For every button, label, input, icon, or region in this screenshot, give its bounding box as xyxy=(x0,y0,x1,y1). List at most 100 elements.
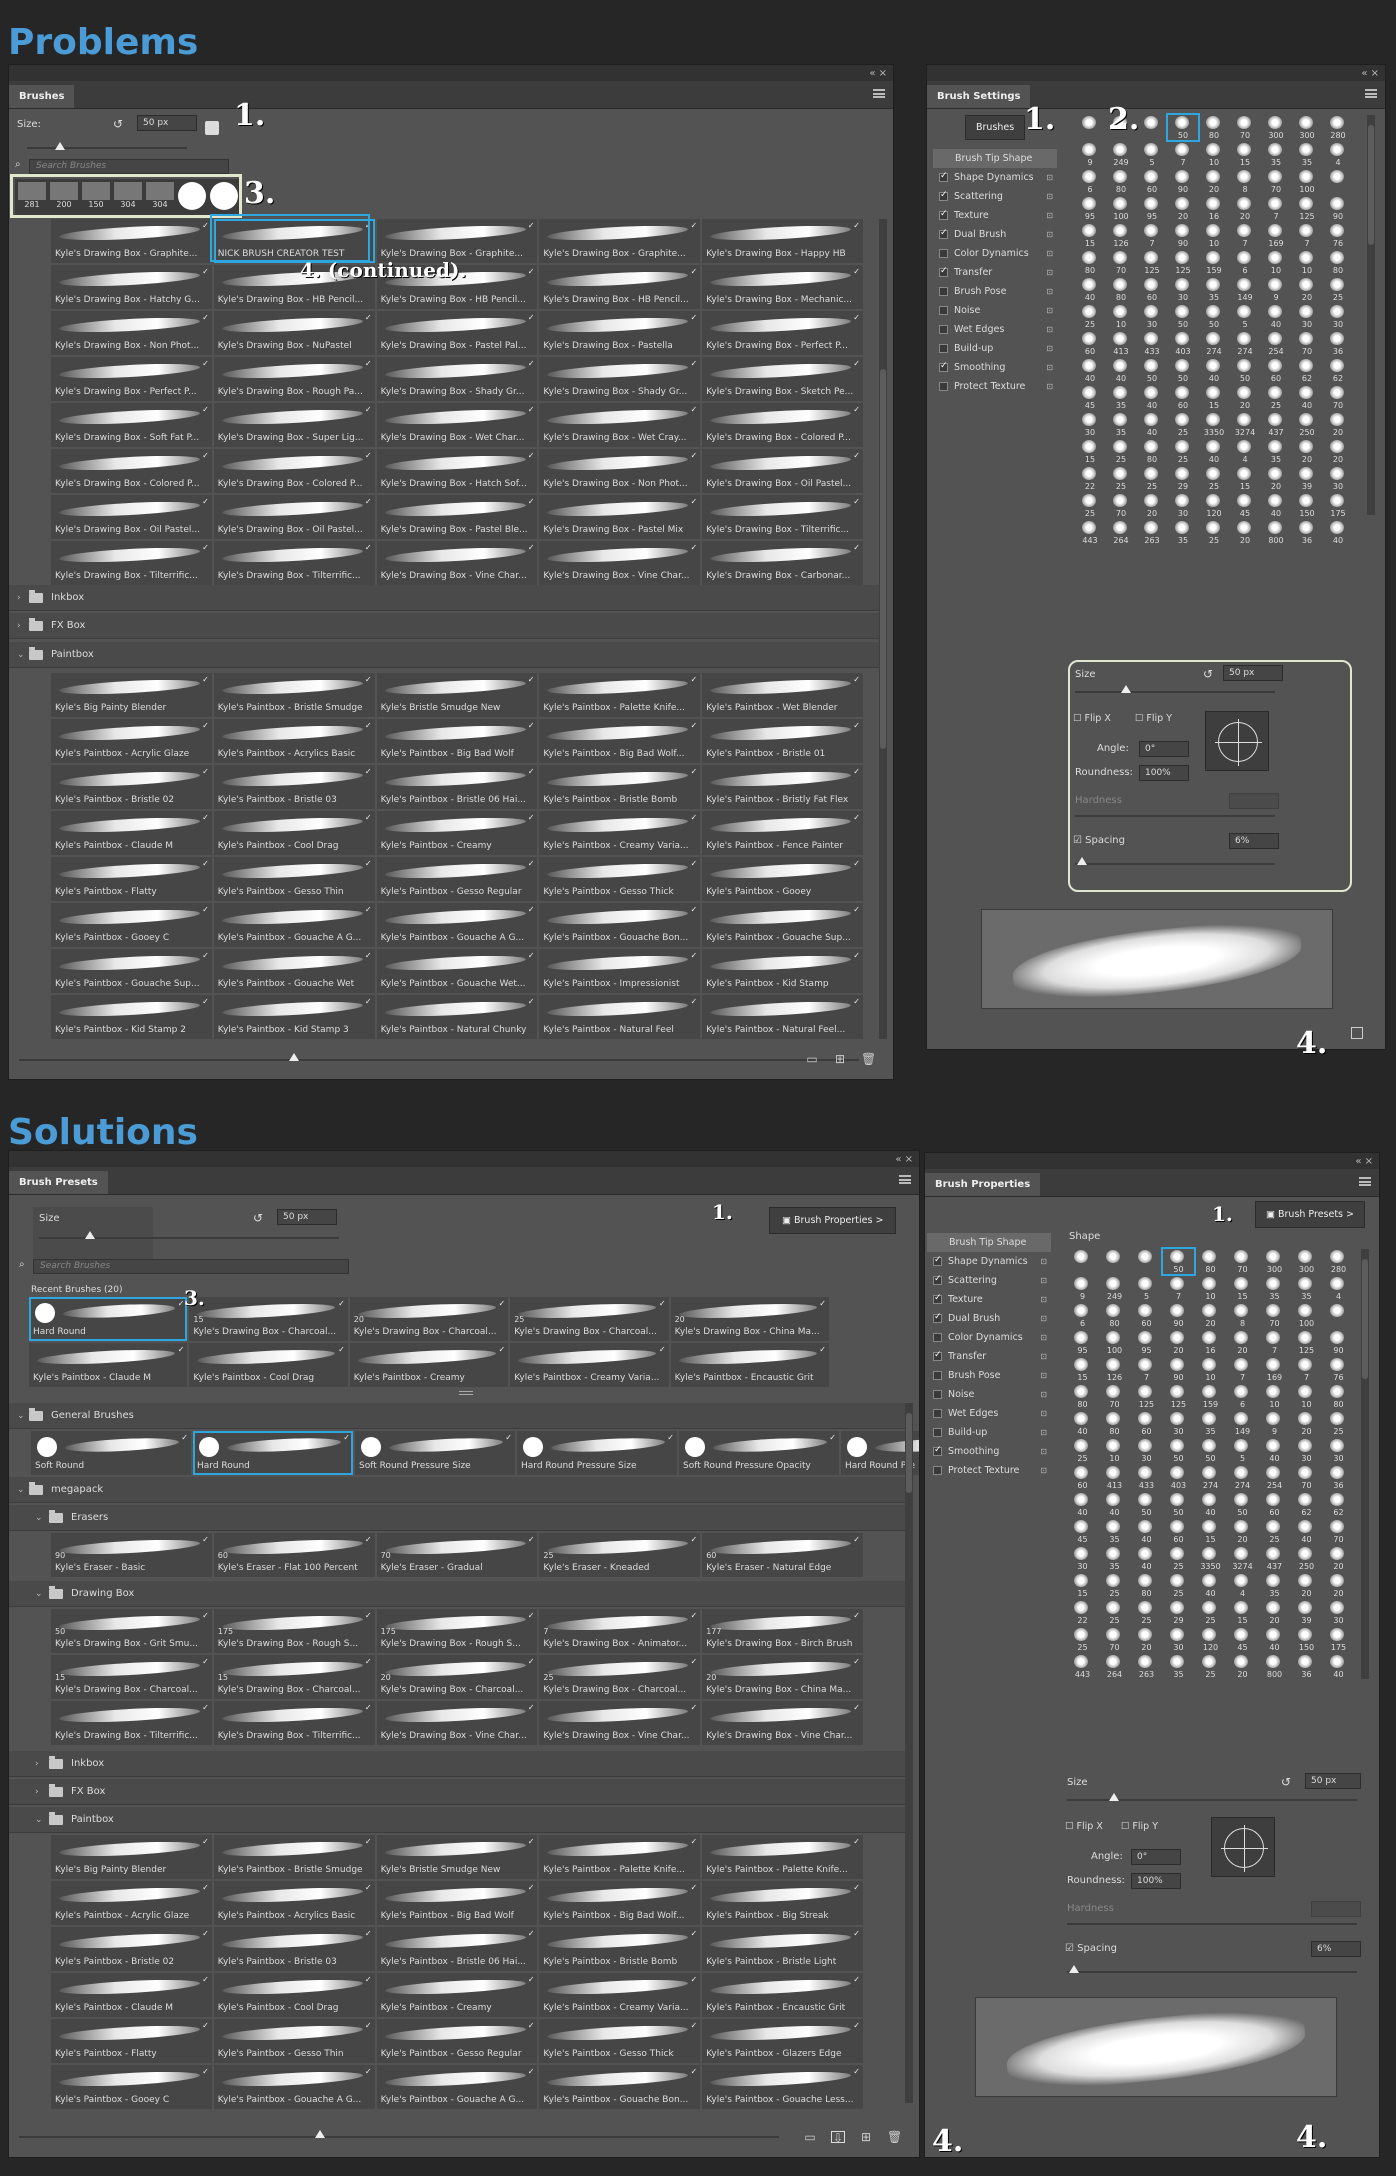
brush-tip[interactable]: 15 xyxy=(1199,385,1229,410)
brush-tip[interactable] xyxy=(1099,1249,1130,1274)
brush-preset[interactable]: 50 ✓ Kyle's Drawing Box - Grit Smu... xyxy=(51,1609,212,1653)
checkbox[interactable] xyxy=(939,344,948,353)
new-brush-icon[interactable]: ⊞ xyxy=(833,1053,847,1065)
brush-preset[interactable]: ✓ Kyle's Paintbox - Kid Stamp xyxy=(702,949,863,993)
brush-tip[interactable]: 5 xyxy=(1227,1438,1258,1463)
brush-tip[interactable]: 35 xyxy=(1106,385,1136,410)
brush-preset[interactable]: ✓ Kyle's Paintbox - Cool Drag xyxy=(213,811,375,855)
brush-tip[interactable]: 25 xyxy=(1099,1600,1130,1625)
tab-brush-properties[interactable]: Brush Properties xyxy=(925,1173,1041,1196)
brush-preset[interactable]: ✓ Kyle's Drawing Box - Colored P... xyxy=(702,403,863,447)
brush-tip[interactable]: 10 xyxy=(1199,223,1229,248)
brush-setting-smoothing[interactable]: Smoothing⊡ xyxy=(927,1442,1051,1461)
brush-tip[interactable] xyxy=(1323,1303,1354,1328)
brush-tip[interactable]: 3274 xyxy=(1227,1546,1258,1571)
brush-tip[interactable]: 36 xyxy=(1291,1654,1322,1679)
brush-tip[interactable]: 10 xyxy=(1099,1438,1130,1463)
brush-tip[interactable]: 20 xyxy=(1137,493,1167,518)
brush-tip[interactable]: 90 xyxy=(1323,196,1353,221)
lock-icon[interactable]: ⊡ xyxy=(1046,249,1053,258)
brush-tip[interactable]: 274 xyxy=(1230,331,1260,356)
brush-tip[interactable]: 10 xyxy=(1199,142,1229,167)
lock-icon[interactable]: ⊡ xyxy=(1040,1333,1047,1342)
brush-tip[interactable]: 175 xyxy=(1323,1627,1354,1652)
brush-tip[interactable]: 5 xyxy=(1137,142,1167,167)
brush-tip[interactable]: 7 xyxy=(1163,1276,1194,1301)
tab-brush-presets[interactable]: Brush Presets xyxy=(9,1171,108,1194)
brush-tip[interactable]: 10 xyxy=(1195,1357,1226,1382)
brush-tip[interactable]: 40 xyxy=(1106,358,1136,383)
checkbox[interactable] xyxy=(933,1466,942,1475)
brush-preset[interactable]: ✓ Kyle's Paintbox - Gesso Thin xyxy=(213,2019,375,2063)
brush-tip[interactable]: 30 xyxy=(1292,304,1322,329)
brush-tip[interactable]: 30 xyxy=(1323,1438,1354,1463)
brush-preset[interactable]: ✓ Kyle's Paintbox - Gouache A G... xyxy=(376,2065,538,2109)
brush-tip[interactable]: 30 xyxy=(1323,1600,1354,1625)
lock-icon[interactable]: ⊡ xyxy=(1040,1466,1047,1475)
checkbox[interactable] xyxy=(933,1333,942,1342)
brush-tip[interactable]: 80 xyxy=(1067,1384,1098,1409)
brush-tip[interactable]: 25 xyxy=(1075,493,1105,518)
brush-preset[interactable]: ✓ Kyle's Paintbox - Acrylic Glaze xyxy=(51,719,212,763)
brush-tip[interactable]: 120 xyxy=(1199,493,1229,518)
brush-tip[interactable]: 40 xyxy=(1292,385,1322,410)
brush-preset[interactable]: ✓ Kyle's Paintbox - Bristle 03 xyxy=(213,765,375,809)
brush-tip[interactable]: 20 xyxy=(1323,1573,1354,1598)
brush-tip[interactable]: 800 xyxy=(1261,520,1291,545)
folder-inkbox[interactable]: › Inkbox xyxy=(9,585,879,611)
brush-preset[interactable]: ✓ Kyle's Drawing Box - Perfect P... xyxy=(51,357,212,401)
brush-tip[interactable]: 70 xyxy=(1323,1519,1354,1544)
brush-preset[interactable]: 70 ✓ Kyle's Eraser - Gradual xyxy=(376,1533,538,1577)
brush-preset[interactable]: 90 ✓ Kyle's Eraser - Basic xyxy=(51,1533,212,1577)
tip-scroll-thumb[interactable] xyxy=(1362,1259,1368,1379)
brush-preset[interactable]: ✓ Kyle's Drawing Box - Mechanic... xyxy=(702,265,863,309)
brush-tip[interactable]: 80 xyxy=(1199,115,1229,140)
brush-preset[interactable]: ✓ Kyle's Drawing Box - Graphite... xyxy=(539,219,701,263)
brush-tip[interactable]: 40 xyxy=(1067,1411,1098,1436)
brush-tip[interactable]: 76 xyxy=(1323,223,1353,248)
brush-tip[interactable]: 10 xyxy=(1261,250,1291,275)
brush-tip[interactable]: 8 xyxy=(1227,1303,1258,1328)
brush-tip[interactable]: 25 xyxy=(1163,1573,1194,1598)
brush-tip[interactable]: 125 xyxy=(1163,1384,1194,1409)
brush-preset[interactable]: ✓ Kyle's Drawing Box - Carbonar... xyxy=(702,541,863,585)
brush-tip[interactable]: 35 xyxy=(1261,439,1291,464)
brush-preset[interactable]: ✓ Kyle's Paintbox - Gouache A G... xyxy=(213,2065,375,2109)
import-brush-icon[interactable]: ⇩ xyxy=(831,2131,845,2144)
brush-tip[interactable]: 443 xyxy=(1067,1654,1098,1679)
brush-tip[interactable]: 30 xyxy=(1323,466,1353,491)
size-slider-thumb[interactable] xyxy=(85,1231,95,1239)
brush-tip[interactable]: 437 xyxy=(1261,412,1291,437)
brush-tip[interactable]: 3274 xyxy=(1230,412,1260,437)
brush-tip[interactable]: 35 xyxy=(1168,520,1198,545)
new-preset-icon[interactable] xyxy=(1351,1027,1363,1039)
brush-tip[interactable]: 274 xyxy=(1227,1465,1258,1490)
size-slider[interactable] xyxy=(39,1237,339,1239)
lock-icon[interactable]: ⊡ xyxy=(1046,287,1053,296)
brush-tip[interactable]: 25 xyxy=(1131,1600,1162,1625)
tip-size-input[interactable]: 50 px xyxy=(1305,1773,1361,1789)
brush-tip[interactable]: 60 xyxy=(1075,331,1105,356)
brush-tip[interactable]: 40 xyxy=(1291,1519,1322,1544)
brush-preset[interactable]: ✓ Kyle's Drawing Box - Oil Pastel... xyxy=(702,449,863,493)
brush-preset[interactable]: 15 ✓ Kyle's Drawing Box - Charcoal... xyxy=(51,1655,212,1699)
brush-preset[interactable]: ✓ Kyle's Drawing Box - Non Phot... xyxy=(539,449,701,493)
brush-tip[interactable]: 36 xyxy=(1323,1465,1354,1490)
tab-brush-settings[interactable]: Brush Settings xyxy=(927,85,1031,108)
brush-tip[interactable]: 403 xyxy=(1168,331,1198,356)
brush-preset[interactable]: ✓ Kyle's Paintbox - Gouache Bon... xyxy=(539,2065,701,2109)
brush-preset[interactable]: ✓ Kyle's Drawing Box - Vine Char... xyxy=(539,1701,701,1745)
brush-tip[interactable]: 169 xyxy=(1261,223,1291,248)
brush-tip[interactable]: 40 xyxy=(1099,1492,1130,1517)
spacing-checkbox[interactable]: ☑ Spacing xyxy=(1065,1943,1117,1954)
brush-preset[interactable]: ✓ Kyle's Paintbox - Bristle 02 xyxy=(51,1927,212,1971)
brush-preset[interactable]: 7 ✓ Kyle's Drawing Box - Animator... xyxy=(539,1609,701,1653)
brush-tip[interactable]: 149 xyxy=(1227,1411,1258,1436)
checkbox[interactable] xyxy=(939,325,948,334)
brush-tip[interactable]: 20 xyxy=(1195,1303,1226,1328)
brush-tip[interactable]: 95 xyxy=(1137,196,1167,221)
brush-tip[interactable]: 30 xyxy=(1168,493,1198,518)
brush-tip[interactable]: 175 xyxy=(1323,493,1353,518)
checkbox[interactable] xyxy=(939,171,948,182)
flip-y-checkbox[interactable]: ☐ Flip Y xyxy=(1121,1821,1158,1832)
